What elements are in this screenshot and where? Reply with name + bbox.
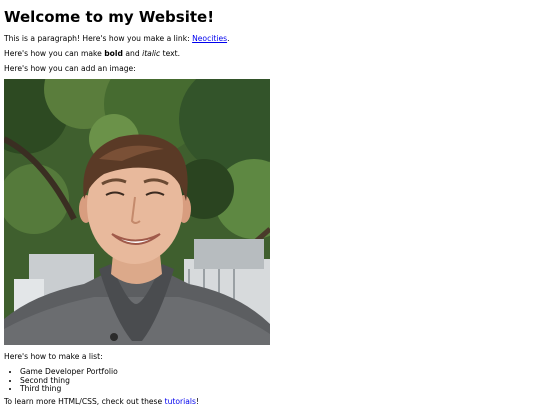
example-list: Game Developer Portfolio Second thing Th… — [4, 367, 118, 394]
portrait-illustration — [4, 79, 270, 345]
italic-word: italic — [142, 49, 161, 58]
neocities-link[interactable]: Neocities — [192, 34, 227, 43]
formatting-paragraph: Here's how you can make bold and italic … — [4, 49, 180, 59]
tutorials-link[interactable]: tutorials — [165, 397, 196, 405]
link-paragraph-text: This is a paragraph! Here's how you make… — [4, 34, 193, 43]
bold-word: bold — [104, 49, 123, 58]
formatting-suffix: text. — [160, 49, 181, 58]
portrait-photo — [4, 79, 270, 345]
tutorials-paragraph: To learn more HTML/CSS, check out these … — [4, 397, 199, 405]
tutorials-suffix: ! — [195, 397, 200, 405]
list-item: Third thing — [20, 384, 118, 394]
list-intro: Here's how to make a list: — [4, 352, 103, 361]
link-paragraph-suffix: . — [227, 34, 230, 43]
formatting-prefix: Here's how you can make — [4, 49, 105, 58]
formatting-middle: and — [122, 49, 143, 58]
page-title: Welcome to my Website! — [4, 8, 215, 26]
image-intro: Here's how you can add an image: — [4, 64, 136, 73]
tutorials-prefix: To learn more HTML/CSS, check out these — [4, 397, 165, 405]
link-paragraph: This is a paragraph! Here's how you make… — [4, 34, 230, 44]
